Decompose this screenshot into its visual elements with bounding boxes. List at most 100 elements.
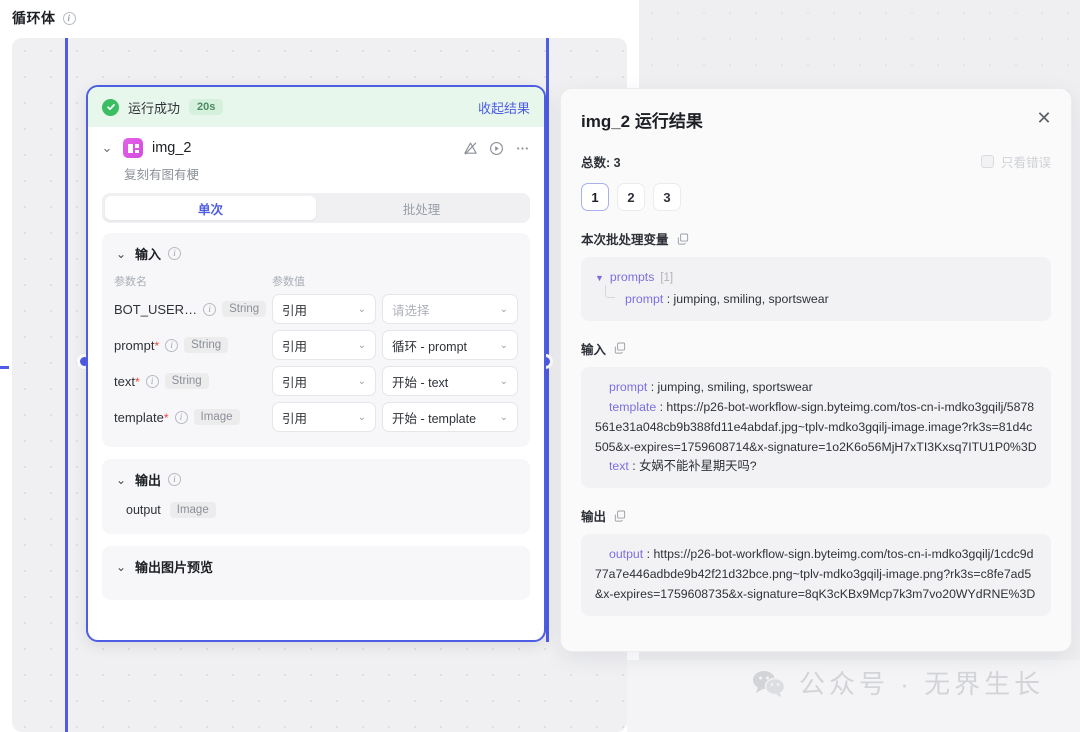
- param-name-cell: prompt* i String: [114, 337, 272, 353]
- entry-key: template: [609, 400, 656, 414]
- output-section-title: 输出: [135, 470, 161, 489]
- param-value-cell: 引用 ⌄ 请选择 ⌄: [272, 294, 518, 324]
- param-ref-value: 引用: [282, 336, 307, 355]
- input-section-header[interactable]: ⌄ 输入 i: [114, 244, 518, 263]
- collapse-result-link[interactable]: 收起结果: [478, 98, 530, 117]
- param-value-select[interactable]: 请选择 ⌄: [382, 294, 518, 324]
- param-ref-select[interactable]: 引用 ⌄: [272, 402, 376, 432]
- tab-batch[interactable]: 批处理: [316, 196, 527, 220]
- copy-icon[interactable]: [614, 342, 626, 354]
- chevron-down-icon[interactable]: ⌄: [114, 560, 128, 574]
- param-value-text: 请选择: [392, 300, 430, 319]
- param-ref-value: 引用: [282, 300, 307, 319]
- tree-node-root[interactable]: ▼ prompts [1]: [595, 268, 1037, 288]
- column-header-value: 参数值: [272, 273, 305, 289]
- param-name: text*: [114, 374, 140, 389]
- node-duration-badge: 20s: [189, 99, 223, 115]
- param-value-select[interactable]: 循环 - prompt ⌄: [382, 330, 518, 360]
- entry-key: text: [609, 459, 629, 473]
- loop-input-stub: [0, 366, 9, 369]
- param-name-cell: template* i Image: [114, 409, 272, 425]
- page-button-2[interactable]: 2: [617, 183, 645, 211]
- chevron-down-icon: ⌄: [494, 412, 508, 423]
- param-ref-select[interactable]: 引用 ⌄: [272, 294, 376, 324]
- table-row: text* i String 引用 ⌄ 开始 - text ⌄: [114, 363, 518, 399]
- node-card-img2[interactable]: 运行成功 20s 收起结果 ⌄ img_2 复刻有图有梗 单次: [86, 85, 546, 642]
- node-title-bar: ⌄ img_2: [88, 127, 544, 160]
- param-value-text: 循环 - prompt: [392, 336, 467, 355]
- info-icon[interactable]: i: [146, 375, 159, 388]
- chevron-down-icon: ⌄: [352, 340, 366, 351]
- info-icon[interactable]: i: [168, 473, 181, 486]
- copy-icon[interactable]: [677, 233, 689, 245]
- required-marker: *: [164, 411, 169, 425]
- page-button-1[interactable]: 1: [581, 183, 609, 211]
- output-section-header[interactable]: ⌄ 输出 i: [114, 470, 518, 489]
- wechat-icon: [752, 669, 786, 697]
- result-output-label: 输出: [581, 506, 606, 525]
- mute-notification-icon[interactable]: [463, 141, 478, 156]
- info-icon[interactable]: i: [175, 411, 188, 424]
- loop-edge-right: [546, 38, 549, 642]
- entry-value: jumping, smiling, sportswear: [658, 380, 813, 394]
- list-item: template : https://p26-bot-workflow-sign…: [595, 398, 1037, 458]
- entry-value: 女娲不能补星期天吗?: [639, 459, 757, 473]
- list-item: output : https://p26-bot-workflow-sign.b…: [595, 545, 1037, 605]
- entry-value: https://p26-bot-workflow-sign.byteimg.co…: [595, 547, 1035, 601]
- param-name-cell: text* i String: [114, 373, 272, 389]
- table-row: template* i Image 引用 ⌄ 开始 - template ⌄: [114, 399, 518, 435]
- copy-icon[interactable]: [614, 510, 626, 522]
- chevron-down-icon: ⌄: [494, 376, 508, 387]
- info-icon[interactable]: i: [63, 12, 76, 25]
- column-header-name: 参数名: [114, 273, 272, 289]
- run-play-icon[interactable]: [489, 141, 504, 156]
- table-row: BOT_USER… i String 引用 ⌄ 请选择 ⌄: [114, 291, 518, 327]
- info-icon[interactable]: i: [168, 247, 181, 260]
- tab-single[interactable]: 单次: [105, 196, 316, 220]
- result-output-block: output : https://p26-bot-workflow-sign.b…: [581, 534, 1051, 616]
- result-panel-title: img_2 运行结果: [581, 107, 1051, 132]
- page-button-3[interactable]: 3: [653, 183, 681, 211]
- param-value-select[interactable]: 开始 - template ⌄: [382, 402, 518, 432]
- param-name: prompt*: [114, 338, 159, 353]
- required-marker: *: [154, 339, 159, 353]
- chevron-down-icon[interactable]: ⌄: [114, 247, 128, 261]
- result-input-label: 输入: [581, 339, 606, 358]
- loop-edge-left: [65, 38, 68, 732]
- watermark: 公众号 · 无界生长: [752, 664, 1044, 701]
- close-icon[interactable]: ✕: [1035, 109, 1053, 127]
- param-value-cell: 引用 ⌄ 开始 - template ⌄: [272, 402, 518, 432]
- preview-section-header[interactable]: ⌄ 输出图片预览: [114, 557, 518, 576]
- param-name: template*: [114, 410, 169, 425]
- param-value-select[interactable]: 开始 - text ⌄: [382, 366, 518, 396]
- node-mode-tabs: 单次 批处理: [102, 193, 530, 223]
- param-name: BOT_USER…: [114, 302, 197, 317]
- param-value-text: 开始 - text: [392, 372, 448, 391]
- param-ref-select[interactable]: 引用 ⌄: [272, 330, 376, 360]
- preview-section-title: 输出图片预览: [135, 557, 213, 576]
- info-icon[interactable]: i: [165, 339, 178, 352]
- param-value-text: 开始 - template: [392, 408, 476, 427]
- checkbox-box[interactable]: [981, 155, 994, 168]
- only-error-checkbox[interactable]: 只看错误: [981, 152, 1051, 171]
- more-options-icon[interactable]: [515, 141, 530, 156]
- param-ref-select[interactable]: 引用 ⌄: [272, 366, 376, 396]
- result-total-label: 总数: 3: [581, 152, 621, 171]
- watermark-text: 公众号 · 无界生长: [799, 664, 1044, 701]
- entry-key: prompt: [625, 292, 663, 306]
- batch-variable-block: ▼ prompts [1] prompt : jumping, smiling,…: [581, 257, 1051, 321]
- tree-count: [1]: [660, 269, 673, 288]
- tree-key: prompts: [610, 268, 654, 288]
- tree-child-row: prompt : jumping, smiling, sportswear: [595, 290, 1037, 310]
- chevron-down-icon: ⌄: [352, 376, 366, 387]
- node-output-section: ⌄ 输出 i output Image: [102, 459, 530, 534]
- chevron-down-icon: ⌄: [352, 304, 366, 315]
- node-actions: [463, 141, 530, 156]
- param-value-cell: 引用 ⌄ 循环 - prompt ⌄: [272, 330, 518, 360]
- node-image-preview-section: ⌄ 输出图片预览: [102, 546, 530, 600]
- chevron-down-icon[interactable]: ⌄: [100, 140, 114, 156]
- result-output-header: 输出: [581, 506, 1051, 525]
- info-icon[interactable]: i: [203, 303, 216, 316]
- input-section-title: 输入: [135, 244, 161, 263]
- chevron-down-icon[interactable]: ⌄: [114, 473, 128, 487]
